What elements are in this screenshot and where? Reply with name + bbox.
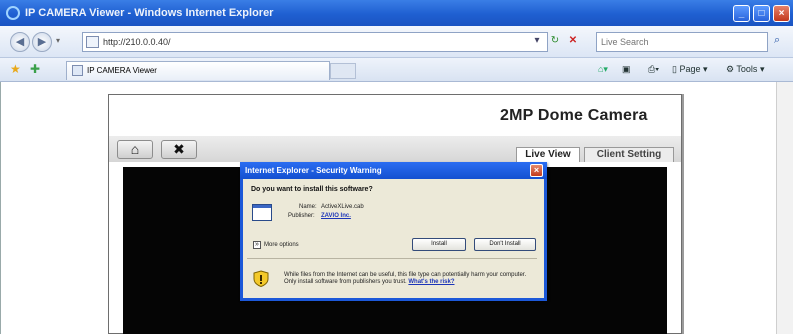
new-tab-button[interactable] [330, 63, 356, 79]
dialog-warning-text: While files from the Internet can be use… [284, 272, 534, 286]
dialog-title: Internet Explorer - Security Warning [240, 162, 547, 179]
tools-gear-icon: ⚙ [726, 64, 735, 74]
tools-menu-label: Tools [736, 64, 758, 74]
more-options-label: More options [264, 242, 299, 248]
warning-shield-icon [253, 270, 269, 287]
stop-icon[interactable]: ✕ [566, 34, 580, 48]
vertical-scrollbar[interactable] [776, 82, 793, 334]
expand-chevron-icon[interactable]: » [253, 241, 261, 249]
favorites-star-icon[interactable]: ★ [10, 62, 21, 76]
risk-link[interactable]: What's the risk? [408, 279, 454, 285]
home-button[interactable]: ⌂ [117, 140, 153, 159]
home-icon[interactable]: ⌂▾ [598, 64, 608, 75]
window-titlebar: IP CAMERA Viewer - Windows Internet Expl… [0, 0, 793, 26]
window-title: IP CAMERA Viewer - Windows Internet Expl… [25, 7, 274, 19]
address-dropdown-icon[interactable]: ▾ [530, 34, 544, 48]
dialog-divider [247, 258, 537, 259]
page-menu-label: Page [679, 64, 701, 74]
tools-menu[interactable]: ⚙ Tools ▾ [726, 64, 764, 75]
tab-client-setting[interactable]: Client Setting [584, 147, 674, 162]
dialog-question: Do you want to install this software? [251, 186, 373, 193]
settings-button[interactable]: ✖ [161, 140, 197, 159]
file-window-icon [252, 204, 272, 221]
camera-title: 2MP Dome Camera [500, 107, 648, 124]
tools-wrench-icon: ✖ [173, 141, 185, 157]
more-options-toggle[interactable]: » More options [253, 241, 299, 249]
tab-live-view[interactable]: Live View [516, 147, 580, 162]
feeds-icon[interactable]: ▣ [622, 64, 631, 75]
forward-arrow-icon[interactable]: ▶ [32, 32, 52, 52]
back-arrow-icon[interactable]: ◀ [10, 32, 30, 52]
search-icon[interactable]: ⌕ [774, 34, 780, 47]
address-bar-row: ◀ ▶ ▾ ▾ ↻ ✕ ⌕ [0, 26, 793, 58]
search-field[interactable] [596, 32, 768, 52]
browser-tab[interactable]: IP CAMERA Viewer [66, 61, 330, 80]
dialog-close-button[interactable]: × [530, 164, 543, 177]
address-input[interactable] [103, 35, 483, 49]
tab-favicon-icon [72, 65, 83, 76]
address-field[interactable] [82, 32, 548, 52]
warning-note: While files from the Internet can be use… [284, 272, 527, 285]
name-value: ActiveXLive.cab [321, 204, 364, 210]
add-favorites-icon[interactable]: ✚ [30, 62, 40, 76]
ie-logo-icon [6, 6, 20, 20]
publisher-label: Publisher: [288, 213, 315, 219]
dont-install-button[interactable]: Don't Install [474, 238, 536, 251]
favorites-bar: ★ ✚ IP CAMERA Viewer ⌂▾ ▣ ⎙▾ ▯ Page ▾ ⚙ … [0, 58, 793, 82]
refresh-icon[interactable]: ↻ [548, 34, 562, 48]
install-button[interactable]: Install [412, 238, 466, 251]
publisher-link[interactable]: ZAVIO Inc. [321, 213, 351, 219]
minimize-button[interactable]: _ [733, 4, 750, 22]
print-icon[interactable]: ⎙▾ [648, 64, 659, 75]
search-input[interactable] [601, 35, 761, 49]
tab-label: IP CAMERA Viewer [87, 66, 157, 75]
history-dropdown-icon[interactable]: ▾ [56, 36, 60, 45]
page-menu[interactable]: ▯ Page ▾ [672, 64, 708, 75]
home-house-icon: ⌂ [130, 141, 140, 157]
name-label: Name: [299, 204, 317, 210]
maximize-button[interactable]: □ [753, 4, 770, 22]
page-favicon-icon [86, 36, 99, 48]
page-icon: ▯ [672, 64, 677, 74]
close-window-button[interactable]: × [773, 4, 790, 22]
